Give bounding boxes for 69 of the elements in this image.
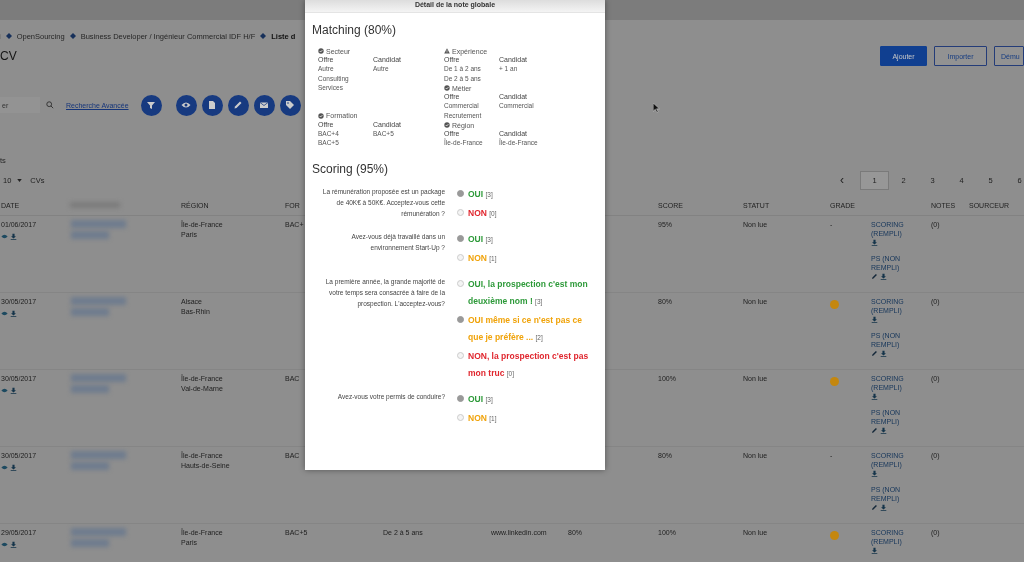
section-title: Scoring (95%) — [312, 161, 390, 178]
radio-button[interactable] — [457, 279, 464, 287]
pencil-icon[interactable] — [871, 350, 878, 357]
radio-button[interactable] — [457, 413, 464, 421]
download-icon[interactable] — [880, 273, 887, 280]
eye-icon[interactable] — [1, 541, 8, 548]
separator-icon — [260, 33, 267, 39]
tag-button[interactable] — [279, 94, 301, 116]
radio-button[interactable] — [457, 208, 464, 216]
envelope-icon — [259, 100, 270, 110]
check-circle-icon — [318, 48, 324, 54]
check-circle-icon — [444, 122, 450, 128]
download-icon[interactable] — [871, 239, 878, 246]
blurred-text — [71, 539, 109, 547]
caret-icon — [17, 178, 23, 182]
search-icon — [46, 101, 54, 109]
download-icon[interactable] — [10, 387, 17, 394]
blurred-text — [71, 462, 109, 470]
blurred-text — [71, 385, 109, 393]
check-circle-icon — [318, 112, 324, 119]
document-icon — [207, 100, 218, 110]
eye-icon — [181, 100, 192, 110]
blurred-text — [71, 220, 126, 228]
download-icon[interactable] — [10, 464, 17, 471]
eye-icon[interactable] — [1, 464, 8, 471]
radio-button[interactable] — [457, 351, 464, 359]
view-button[interactable] — [175, 94, 197, 116]
download-icon[interactable] — [880, 504, 887, 511]
download-icon[interactable] — [871, 547, 878, 554]
warning-icon — [444, 48, 450, 54]
separator-icon — [5, 33, 12, 39]
blurred-text — [71, 308, 109, 316]
page-title: CV — [0, 49, 17, 63]
previous-page-button[interactable]: ‹ — [830, 170, 854, 190]
blurred-text — [71, 374, 126, 382]
pencil-icon[interactable] — [871, 504, 878, 511]
section-title: Matching (80%) — [312, 23, 398, 39]
download-icon[interactable] — [871, 470, 878, 477]
filter-icon — [146, 100, 157, 110]
download-icon[interactable] — [10, 541, 17, 548]
radio-button[interactable] — [457, 394, 464, 402]
blurred-text — [71, 231, 109, 239]
filter-button[interactable] — [140, 94, 162, 116]
blurred-text — [71, 451, 126, 459]
document-button[interactable] — [201, 94, 223, 116]
download-icon[interactable] — [880, 350, 887, 357]
radio-button[interactable] — [457, 315, 464, 323]
download-icon[interactable] — [871, 393, 878, 400]
download-icon[interactable] — [10, 233, 17, 240]
pencil-icon — [233, 100, 244, 110]
pencil-icon[interactable] — [871, 427, 878, 434]
eye-icon[interactable] — [1, 233, 8, 240]
separator-icon — [69, 33, 76, 39]
download-icon[interactable] — [871, 316, 878, 323]
radio-button[interactable] — [457, 234, 464, 242]
download-icon[interactable] — [880, 427, 887, 434]
eye-icon[interactable] — [1, 387, 8, 394]
edit-button[interactable] — [227, 94, 249, 116]
pencil-icon[interactable] — [871, 273, 878, 280]
radio-button[interactable] — [457, 253, 464, 261]
radio-button[interactable] — [457, 189, 464, 197]
check-circle-icon — [444, 85, 450, 91]
cursor-icon — [653, 103, 660, 113]
eye-icon[interactable] — [1, 310, 8, 317]
email-button[interactable] — [253, 94, 275, 116]
blurred-text — [71, 528, 126, 536]
blurred-text — [71, 297, 126, 305]
tag-icon — [285, 100, 296, 110]
download-icon[interactable] — [10, 310, 17, 317]
